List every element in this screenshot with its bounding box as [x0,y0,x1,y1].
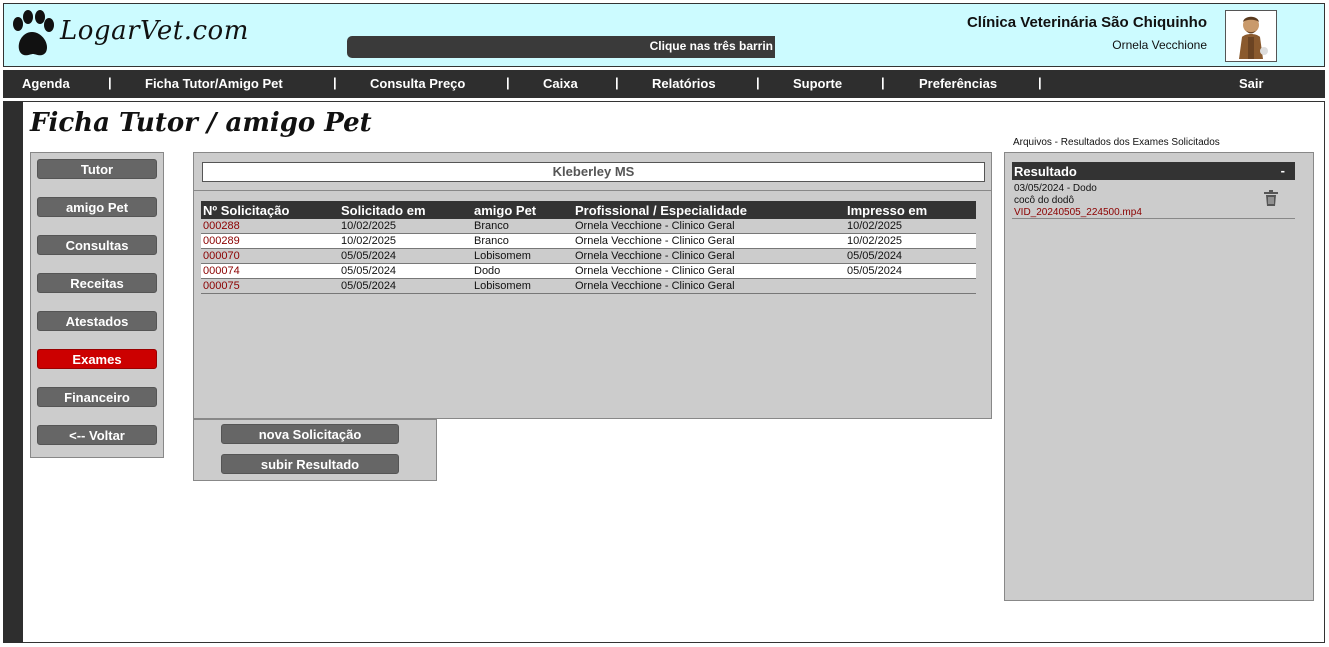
menu-consultas-button[interactable]: Consultas [37,235,157,255]
nav-separator: | [108,75,112,90]
nav-separator: | [881,75,885,90]
request-date: 10/02/2025 [341,220,397,232]
paw-icon [13,10,54,56]
divider [194,190,991,191]
column-header[interactable]: amigo Pet [474,203,536,218]
clinic-name: Clínica Veterinária São Chiquinho [966,14,1207,31]
professional: Ornela Vecchione - Clinico Geral [575,280,735,292]
request-date: 05/05/2024 [341,265,397,277]
nav-ficha-tutor[interactable]: Ficha Tutor/Amigo Pet [145,76,283,91]
professional: Ornela Vecchione - Clinico Geral [575,250,735,262]
menu-tutor-button[interactable]: Tutor [37,159,157,179]
nav-separator: | [756,75,760,90]
pet-name: Branco [474,220,509,232]
request-date: 05/05/2024 [341,280,397,292]
user-name: Ornela Vecchione [1112,38,1207,52]
pet-name: Lobisomem [474,280,531,292]
nav-separator: | [1038,75,1042,90]
new-request-button[interactable]: nova Solicitação [221,424,399,444]
result-entry: 03/05/2024 - Dodo cocô do dodô VID_20240… [1012,182,1295,219]
menu-atestados-button[interactable]: Atestados [37,311,157,331]
nav-preferencias[interactable]: Preferências [919,76,997,91]
column-header[interactable]: Nº Solicitação [203,203,289,218]
column-header[interactable]: Solicitado em [341,203,426,218]
nav-suporte[interactable]: Suporte [793,76,842,91]
ticker-text: Clique nas três barrin [649,39,773,53]
result-file-link[interactable]: VID_20240505_224500.mp4 [1014,207,1142,218]
menu-receitas-button[interactable]: Receitas [37,273,157,293]
upload-result-button[interactable]: subir Resultado [221,454,399,474]
nav-caixa[interactable]: Caixa [543,76,578,91]
menu-exames-button[interactable]: Exames [37,349,157,369]
printed-date: 05/05/2024 [847,250,903,262]
trash-icon[interactable] [1264,190,1278,206]
table-header: Nº Solicitação Solicitado em amigo Pet P… [201,201,976,219]
professional: Ornela Vecchione - Clinico Geral [575,220,735,232]
nav-separator: | [506,75,510,90]
request-id-link[interactable]: 000288 [203,220,240,232]
logo-text: LogarVet.com [60,16,249,46]
tutor-name: Kleberley MS [202,162,985,182]
left-bar [3,101,23,643]
pet-name: Branco [474,235,509,247]
result-description: cocô do dodô [1014,195,1075,206]
menu-voltar-button[interactable]: <-- Voltar [37,425,157,445]
news-ticker[interactable]: Clique nas três barrin [347,36,775,58]
avatar[interactable] [1225,10,1277,62]
results-panel: Resultado - 03/05/2024 - Dodo cocô do do… [1004,152,1314,601]
pet-name: Lobisomem [474,250,531,262]
side-menu: Tutor amigo Pet Consultas Receitas Atest… [30,152,164,458]
nav-sair[interactable]: Sair [1239,76,1264,91]
column-header[interactable]: Profissional / Especialidade [575,203,747,218]
pet-name: Dodo [474,265,501,277]
main-nav: Agenda | Ficha Tutor/Amigo Pet | Consult… [3,70,1325,98]
printed-date: 05/05/2024 [847,265,903,277]
professional: Ornela Vecchione - Clinico Geral [575,265,735,277]
page-title: Ficha Tutor / amigo Pet [30,108,372,138]
nav-separator: | [333,75,337,90]
request-id-link[interactable]: 000074 [203,265,240,277]
nav-consulta-preco[interactable]: Consulta Preço [370,76,465,91]
nav-relatorios[interactable]: Relatórios [652,76,716,91]
printed-date: 10/02/2025 [847,220,903,232]
printed-date: 10/02/2025 [847,235,903,247]
request-id-link[interactable]: 000289 [203,235,240,247]
table-row[interactable]: 000070 05/05/2024 Lobisomem Ornela Vecch… [201,249,976,264]
menu-financeiro-button[interactable]: Financeiro [37,387,157,407]
logo[interactable]: LogarVet.com [10,10,248,62]
request-date: 10/02/2025 [341,235,397,247]
results-header-title: Resultado [1014,164,1077,179]
exam-requests-table: Nº Solicitação Solicitado em amigo Pet P… [201,201,976,294]
nav-agenda[interactable]: Agenda [22,76,70,91]
table-row[interactable]: 000074 05/05/2024 Dodo Ornela Vecchione … [201,264,976,279]
request-id-link[interactable]: 000075 [203,280,240,292]
avatar-image [1239,16,1268,59]
exam-requests-panel: Kleberley MS Nº Solicitação Solicitado e… [193,152,992,419]
request-date: 05/05/2024 [341,250,397,262]
professional: Ornela Vecchione - Clinico Geral [575,235,735,247]
table-row[interactable]: 000289 10/02/2025 Branco Ornela Vecchion… [201,234,976,249]
collapse-button[interactable]: - [1281,163,1285,178]
actions-panel: nova Solicitação subir Resultado [193,419,437,481]
menu-amigo-pet-button[interactable]: amigo Pet [37,197,157,217]
results-header: Resultado - [1012,162,1295,180]
result-date-pet: 03/05/2024 - Dodo [1014,183,1097,194]
files-section-label: Arquivos - Resultados dos Exames Solicit… [1013,137,1220,148]
table-row[interactable]: 000288 10/02/2025 Branco Ornela Vecchion… [201,219,976,234]
request-id-link[interactable]: 000070 [203,250,240,262]
table-row[interactable]: 000075 05/05/2024 Lobisomem Ornela Vecch… [201,279,976,294]
nav-separator: | [615,75,619,90]
column-header[interactable]: Impresso em [847,203,927,218]
app-header: LogarVet.com Clique nas três barrin Clín… [3,3,1325,67]
